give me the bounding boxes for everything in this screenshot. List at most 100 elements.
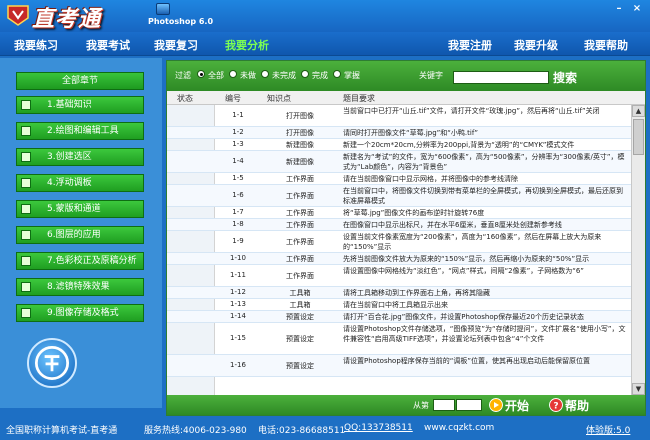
filter-label: 过滤 bbox=[175, 71, 191, 80]
table-row[interactable]: 1-3 新建图像 新建一个20cm*20cm,分辨率为200ppi,背景为“透明… bbox=[167, 139, 631, 151]
filter-undone-radio[interactable] bbox=[229, 70, 237, 78]
table-row[interactable]: 1-15 预置设定 请设置Photoshop文件存储选项，“图像预览”为“存储时… bbox=[167, 323, 631, 355]
menu-practice[interactable]: 我要练习 bbox=[14, 37, 58, 53]
status-qq[interactable]: QQ:133738511 bbox=[344, 423, 413, 433]
table-row[interactable]: 1-6 工作界面 在当前窗口中，将图像文件切换到带有菜单栏的全屏模式，再切换到全… bbox=[167, 185, 631, 207]
table-row[interactable]: 1-4 新建图像 新建名为“考试”的文件，宽为“600像素”，高为“500像素”… bbox=[167, 151, 631, 173]
filter-mastered-label[interactable]: 掌握 bbox=[344, 70, 360, 81]
table-row[interactable]: 1-13 工具箱 请在当前窗口中将工具箱显示出来 bbox=[167, 299, 631, 311]
row-knowledge-point: 预置设定 bbox=[286, 362, 314, 370]
minimize-button[interactable]: – bbox=[612, 3, 626, 15]
col-requirement[interactable]: 题目要求 bbox=[343, 93, 375, 104]
table-row[interactable]: 1-8 工作界面 在图像窗口中显示出标尺，并在水平6厘米，垂直8厘米处创建新参考… bbox=[167, 219, 631, 231]
start-index-input[interactable] bbox=[433, 399, 455, 411]
filter-incomplete-label[interactable]: 未完成 bbox=[272, 70, 296, 81]
status-phone: 电话:023-86688511 bbox=[258, 426, 346, 436]
chapter-label: 7.色彩校正及原稿分析 bbox=[47, 256, 137, 266]
row-requirement: 请设置图像中网格线为“淡红色”，“网点”样式，间隔“2像素”，子网格数为“6” bbox=[343, 267, 584, 275]
menu-analysis[interactable]: 我要分析 bbox=[225, 37, 269, 53]
chapter-label: 1.基础知识 bbox=[47, 100, 92, 110]
start-index-input-2[interactable] bbox=[456, 399, 482, 411]
row-requirement: 在当前窗口中，将图像文件切换到带有菜单栏的全屏模式，再切换到全屏模式，最后还原到… bbox=[343, 187, 623, 205]
menu-exam[interactable]: 我要考试 bbox=[86, 37, 130, 53]
scroll-up-icon[interactable]: ▲ bbox=[632, 105, 645, 117]
filter-mastered-radio[interactable] bbox=[333, 70, 341, 78]
row-requirement: 请将工具箱移动到工作界面右上角，再将其隐藏 bbox=[343, 289, 490, 297]
filter-done-label[interactable]: 完成 bbox=[312, 70, 328, 81]
start-button[interactable]: 开始 bbox=[505, 397, 529, 414]
filter-all-radio[interactable] bbox=[197, 70, 205, 78]
table-row[interactable]: 1-9 工作界面 设置当前文件像素宽度为“200像素”，高度为“160像素”，然… bbox=[167, 231, 631, 253]
chapter-item[interactable]: 5.蒙版和通道 bbox=[16, 200, 144, 218]
chapter-bullet-icon bbox=[21, 126, 31, 136]
table-row[interactable]: 1-11 工作界面 请设置图像中网格线为“淡红色”，“网点”样式，间隔“2像素”… bbox=[167, 265, 631, 287]
table-row[interactable]: 1-7 工作界面 将“草莓.jpg”图像文件的画布逆时针旋转76度 bbox=[167, 207, 631, 219]
menu-register[interactable]: 我要注册 bbox=[448, 37, 492, 53]
chapter-item[interactable]: 7.色彩校正及原稿分析 bbox=[16, 252, 144, 270]
col-number[interactable]: 编号 bbox=[225, 93, 241, 104]
menu-help[interactable]: 我要帮助 bbox=[584, 37, 628, 53]
row-requirement: 请在当前窗口中将工具箱显示出来 bbox=[343, 301, 448, 309]
close-button[interactable]: × bbox=[630, 3, 644, 15]
row-requirement: 先将当前图像文件放大为原来的“150%”显示，然后再缩小为原来的“50%”显示 bbox=[343, 255, 590, 263]
keyword-label: 关键字 bbox=[419, 71, 443, 80]
row-knowledge-point: 工作界面 bbox=[286, 192, 314, 200]
row-requirement: 请打开“百合花.jpg”图像文件，并设置Photoshop保存最近20个历史记录… bbox=[343, 313, 584, 321]
question-list: 1-1 打开图像 当前窗口中已打开“山丘.tif”文件，请打开文件“玫瑰.jpg… bbox=[167, 105, 631, 395]
table-row[interactable]: 1-14 预置设定 请打开“百合花.jpg”图像文件，并设置Photoshop保… bbox=[167, 311, 631, 323]
title-bar: 直考通 Photoshop 6.0 – × bbox=[0, 0, 650, 32]
chapter-item[interactable]: 3.创建选区 bbox=[16, 148, 144, 166]
chapter-item[interactable]: 1.基础知识 bbox=[16, 96, 144, 114]
menu-upgrade[interactable]: 我要升级 bbox=[514, 37, 558, 53]
window-controls: – × bbox=[612, 3, 644, 15]
row-knowledge-point: 工作界面 bbox=[286, 255, 314, 263]
row-number: 1-8 bbox=[232, 220, 244, 228]
scroll-down-icon[interactable]: ▼ bbox=[632, 383, 645, 395]
table-row[interactable]: 1-12 工具箱 请将工具箱移动到工作界面右上角，再将其隐藏 bbox=[167, 287, 631, 299]
row-number: 1-5 bbox=[232, 174, 244, 182]
row-knowledge-point: 工具箱 bbox=[289, 301, 311, 309]
row-requirement: 请在当前图像窗口中显示网格，并将图像中的参考线清除 bbox=[343, 175, 518, 183]
filter-incomplete-radio[interactable] bbox=[261, 70, 269, 78]
help-icon[interactable]: ? bbox=[549, 398, 563, 412]
table-row[interactable]: 1-2 打开图像 请同时打开图像文件“草莓.jpg”和“小鸭.tif” bbox=[167, 127, 631, 139]
chapter-label: 8.滤镜特殊效果 bbox=[47, 282, 110, 292]
row-knowledge-point: 工作界面 bbox=[286, 209, 314, 217]
col-status[interactable]: 状态 bbox=[177, 93, 193, 104]
row-knowledge-point: 工作界面 bbox=[286, 238, 314, 246]
scroll-thumb[interactable] bbox=[633, 119, 644, 155]
table-row[interactable]: 1-5 工作界面 请在当前图像窗口中显示网格，并将图像中的参考线清除 bbox=[167, 173, 631, 185]
menu-review[interactable]: 我要复习 bbox=[154, 37, 198, 53]
vertical-scrollbar[interactable]: ▲ ▼ bbox=[631, 105, 645, 395]
chapter-item[interactable]: 6.图层的应用 bbox=[16, 226, 144, 244]
row-number: 1-12 bbox=[230, 288, 246, 296]
menu-bar: 我要练习 我要考试 我要复习 我要分析 我要注册 我要升级 我要帮助 bbox=[0, 32, 650, 56]
filter-undone-label[interactable]: 未做 bbox=[240, 70, 256, 81]
chapter-item[interactable]: 2.绘图和编辑工具 bbox=[16, 122, 144, 140]
chapter-item[interactable]: 9.图像存储及格式 bbox=[16, 304, 144, 322]
table-row[interactable]: 1-10 工作界面 先将当前图像文件放大为原来的“150%”显示，然后再缩小为原… bbox=[167, 253, 631, 265]
search-button[interactable]: 搜索 bbox=[553, 69, 577, 86]
row-requirement: 请设置Photoshop文件存储选项，“图像预览”为“存储时提问”，文件扩展名“… bbox=[343, 325, 626, 343]
logo-badge-icon bbox=[7, 5, 29, 26]
filter-all-label[interactable]: 全部 bbox=[208, 70, 224, 81]
chapter-label: 6.图层的应用 bbox=[47, 230, 101, 240]
col-knowledge-point[interactable]: 知识点 bbox=[267, 93, 291, 104]
status-app-name: 全国职称计算机考试-直考通 bbox=[6, 426, 118, 436]
all-chapters-button[interactable]: 全部章节 bbox=[16, 72, 144, 90]
start-icon[interactable] bbox=[489, 398, 503, 412]
filter-done-radio[interactable] bbox=[301, 70, 309, 78]
chapter-bullet-icon bbox=[21, 204, 31, 214]
table-row[interactable]: 1-1 打开图像 当前窗口中已打开“山丘.tif”文件，请打开文件“玫瑰.jpg… bbox=[167, 105, 631, 127]
status-bar: 全国职称计算机考试-直考通 服务热线:4006-023-980 电话:023-8… bbox=[0, 418, 650, 440]
status-url[interactable]: www.cqzkt.com bbox=[424, 423, 494, 433]
chapter-sidebar: 全部章节 1.基础知识 2.绘图和编辑工具 3.创建选区 4.浮动调板 5.蒙版… bbox=[0, 58, 162, 408]
row-number: 1-13 bbox=[230, 300, 246, 308]
keyword-input[interactable] bbox=[453, 71, 549, 84]
table-row[interactable]: 1-16 预置设定 请设置Photoshop程序保存当前的“调板”位置，使其再出… bbox=[167, 355, 631, 377]
app-title: 直考通 bbox=[32, 6, 102, 32]
help-button[interactable]: 帮助 bbox=[565, 397, 589, 414]
chapter-item[interactable]: 4.浮动调板 bbox=[16, 174, 144, 192]
chapter-bullet-icon bbox=[21, 152, 31, 162]
chapter-item[interactable]: 8.滤镜特殊效果 bbox=[16, 278, 144, 296]
